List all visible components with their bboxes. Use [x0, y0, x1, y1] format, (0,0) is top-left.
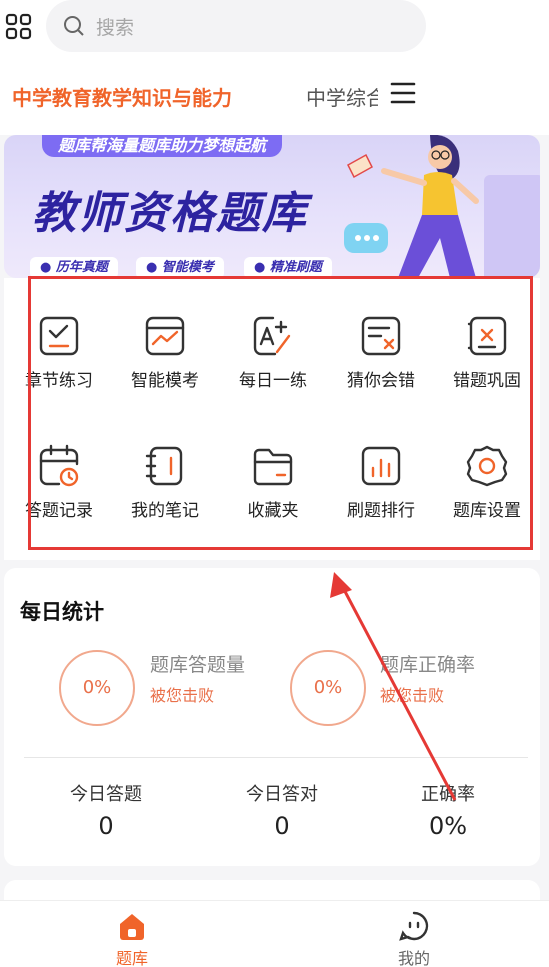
bottom-tabbar: 题库 我的: [0, 900, 549, 967]
banner-tag: ● 历年真题: [30, 257, 118, 278]
today-answered-label: 今日答题: [70, 784, 142, 805]
bank-accuracy-label: 题库正确率: [380, 654, 476, 676]
banner-headline: 教师资格题库: [32, 188, 308, 239]
subject-title[interactable]: 中学教育教学知识与能力: [12, 82, 232, 111]
teacher-illustration: [344, 135, 540, 278]
bank-answers-label: 题库答题量: [150, 654, 246, 676]
bank-answers-ring: 0%: [59, 650, 135, 726]
grid-apps-icon[interactable]: [4, 12, 34, 42]
tab-question-bank[interactable]: 题库: [92, 909, 172, 967]
home-icon: [120, 914, 144, 940]
daily-stats-card: 每日统计 0% 题库答题量 被您击败 0% 题库正确率 被您击败 今日答题 0 …: [4, 568, 540, 866]
banner-tag: ● 精准刷题: [244, 257, 332, 278]
promo-banner[interactable]: 题库帮海量题库助力梦想起航 教师资格题库 ● 历年真题 ● 智能模考 ● 精准刷…: [4, 135, 540, 278]
hamburger-menu-icon[interactable]: [388, 78, 418, 108]
bank-accuracy-sub: 被您击败: [380, 686, 445, 705]
banner-tag: ● 智能模考: [136, 257, 224, 278]
today-correct-value: 0: [274, 812, 290, 840]
level-selector[interactable]: 中学综合: [306, 82, 378, 111]
banner-slogan: 题库帮海量题库助力梦想起航: [42, 135, 283, 157]
top-header: 搜索 中学教育教学知识与能力 中学综合: [0, 0, 549, 135]
profile-chat-icon: [399, 911, 429, 941]
search-input[interactable]: 搜索: [46, 0, 426, 52]
today-correct-label: 今日答对: [246, 784, 318, 805]
stats-divider: [24, 757, 528, 758]
search-placeholder: 搜索: [96, 17, 135, 39]
tab-label: 我的: [397, 949, 430, 967]
accuracy-label: 正确率: [421, 784, 475, 805]
highlight-box: [28, 276, 533, 550]
accuracy-value: 0%: [428, 812, 468, 840]
today-answered-value: 0: [98, 812, 114, 840]
tab-label: 题库: [115, 949, 148, 967]
bank-accuracy-ring: 0%: [290, 650, 366, 726]
tab-mine[interactable]: 我的: [374, 909, 454, 967]
daily-stats-title: 每日统计: [20, 600, 104, 624]
bank-answers-sub: 被您击败: [150, 686, 215, 705]
search-icon: [64, 16, 84, 36]
